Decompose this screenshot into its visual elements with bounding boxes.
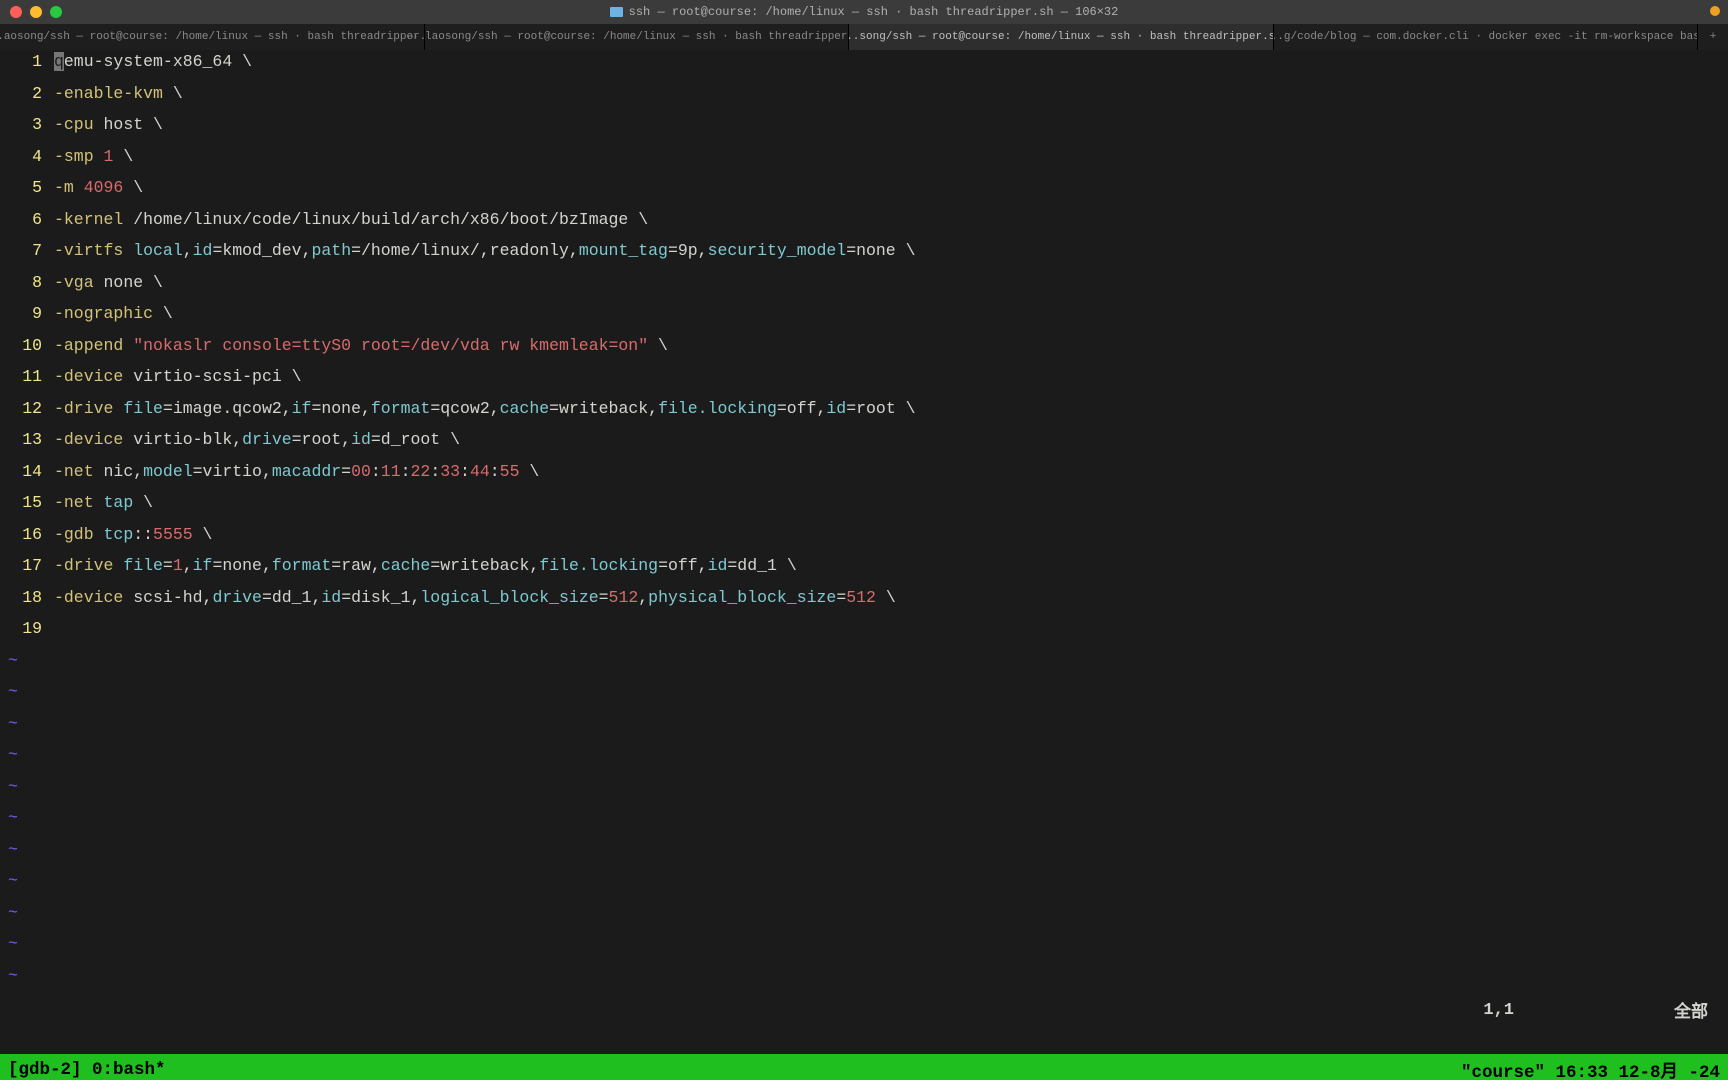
empty-line-tilde: ~ bbox=[0, 777, 1728, 809]
code-line: 3-cpu host \ bbox=[0, 115, 1728, 147]
tab-label: ...g/code/blog — com.docker.cli · docker… bbox=[1274, 31, 1699, 43]
code-content: -cpu host \ bbox=[54, 115, 1728, 134]
line-number: 11 bbox=[0, 367, 54, 386]
code-line: 11-device virtio-scsi-pci \ bbox=[0, 367, 1728, 399]
code-line: 4-smp 1 \ bbox=[0, 147, 1728, 179]
code-content: -gdb tcp::5555 \ bbox=[54, 525, 1728, 544]
line-number: 13 bbox=[0, 430, 54, 449]
line-number: 17 bbox=[0, 556, 54, 575]
code-line: 9-nographic \ bbox=[0, 304, 1728, 336]
tab-label: ...laosong/ssh — root@course: /home/linu… bbox=[425, 31, 850, 43]
code-content: -enable-kvm \ bbox=[54, 84, 1728, 103]
code-line: 19 bbox=[0, 619, 1728, 651]
line-number: 1 bbox=[0, 52, 54, 71]
fullscreen-indicator-icon bbox=[1710, 6, 1720, 16]
code-content: -vga none \ bbox=[54, 273, 1728, 292]
line-number: 6 bbox=[0, 210, 54, 229]
code-line: 10-append "nokaslr console=ttyS0 root=/d… bbox=[0, 336, 1728, 368]
code-content: -append "nokaslr console=ttyS0 root=/dev… bbox=[54, 336, 1728, 355]
tmux-status-right: "course" 16:33 12-8月 -24 bbox=[1461, 1058, 1720, 1080]
window-titlebar: ssh — root@course: /home/linux — ssh · b… bbox=[0, 0, 1728, 24]
line-number: 14 bbox=[0, 462, 54, 481]
code-content: -device virtio-scsi-pci \ bbox=[54, 367, 1728, 386]
code-content: -smp 1 \ bbox=[54, 147, 1728, 166]
tab-add-button[interactable]: + bbox=[1698, 24, 1728, 50]
folder-icon bbox=[610, 7, 623, 17]
empty-line-tilde: ~ bbox=[0, 682, 1728, 714]
empty-line-tilde: ~ bbox=[0, 903, 1728, 935]
line-number: 2 bbox=[0, 84, 54, 103]
plus-icon: + bbox=[1710, 31, 1717, 43]
code-line: 17-drive file=1,if=none,format=raw,cache… bbox=[0, 556, 1728, 588]
empty-line-tilde: ~ bbox=[0, 966, 1728, 998]
empty-line-tilde: ~ bbox=[0, 651, 1728, 683]
code-content: -device scsi-hd,drive=dd_1,id=disk_1,log… bbox=[54, 588, 1728, 607]
code-line: 16-gdb tcp::5555 \ bbox=[0, 525, 1728, 557]
code-line: 14-net nic,model=virtio,macaddr=00:11:22… bbox=[0, 462, 1728, 494]
code-content: qemu-system-x86_64 \ bbox=[54, 52, 1728, 71]
tab-label: ...song/ssh — root@course: /home/linux —… bbox=[849, 31, 1274, 43]
empty-line-tilde: ~ bbox=[0, 840, 1728, 872]
code-content: -kernel /home/linux/code/linux/build/arc… bbox=[54, 210, 1728, 229]
vim-ruler: 1,1 全部 bbox=[0, 997, 1728, 1023]
tab-2[interactable]: ...song/ssh — root@course: /home/linux —… bbox=[849, 24, 1274, 50]
code-content: -drive file=1,if=none,format=raw,cache=w… bbox=[54, 556, 1728, 575]
code-content: -nographic \ bbox=[54, 304, 1728, 323]
empty-line-tilde: ~ bbox=[0, 745, 1728, 777]
empty-line-tilde: ~ bbox=[0, 714, 1728, 746]
code-content: -device virtio-blk,drive=root,id=d_root … bbox=[54, 430, 1728, 449]
empty-line-tilde: ~ bbox=[0, 934, 1728, 966]
line-number: 19 bbox=[0, 619, 54, 638]
scroll-percentage: 全部 bbox=[1674, 997, 1708, 1023]
code-line: 7-virtfs local,id=kmod_dev,path=/home/li… bbox=[0, 241, 1728, 273]
window-title: ssh — root@course: /home/linux — ssh · b… bbox=[0, 5, 1728, 19]
editor-viewport[interactable]: 1qemu-system-x86_64 \2-enable-kvm \3-cpu… bbox=[0, 50, 1728, 1054]
tab-bar: ...aosong/ssh — root@course: /home/linux… bbox=[0, 24, 1728, 50]
code-line: 6-kernel /home/linux/code/linux/build/ar… bbox=[0, 210, 1728, 242]
code-line: 13-device virtio-blk,drive=root,id=d_roo… bbox=[0, 430, 1728, 462]
tab-3[interactable]: ...g/code/blog — com.docker.cli · docker… bbox=[1274, 24, 1699, 50]
code-line: 2-enable-kvm \ bbox=[0, 84, 1728, 116]
cursor-position: 1,1 bbox=[1483, 1001, 1514, 1020]
code-line: 8-vga none \ bbox=[0, 273, 1728, 305]
code-line: 1qemu-system-x86_64 \ bbox=[0, 52, 1728, 84]
tmux-status-left: [gdb-2] 0:bash* bbox=[8, 1060, 1461, 1080]
code-content: -net tap \ bbox=[54, 493, 1728, 512]
line-number: 15 bbox=[0, 493, 54, 512]
empty-line-tilde: ~ bbox=[0, 871, 1728, 903]
tmux-status-bar[interactable]: [gdb-2] 0:bash* "course" 16:33 12-8月 -24 bbox=[0, 1054, 1728, 1080]
tab-1[interactable]: ...laosong/ssh — root@course: /home/linu… bbox=[425, 24, 850, 50]
window-title-text: ssh — root@course: /home/linux — ssh · b… bbox=[629, 5, 1119, 19]
line-number: 18 bbox=[0, 588, 54, 607]
code-line: 18-device scsi-hd,drive=dd_1,id=disk_1,l… bbox=[0, 588, 1728, 620]
line-number: 12 bbox=[0, 399, 54, 418]
code-content: -net nic,model=virtio,macaddr=00:11:22:3… bbox=[54, 462, 1728, 481]
tab-label: ...aosong/ssh — root@course: /home/linux… bbox=[0, 31, 425, 43]
line-number: 8 bbox=[0, 273, 54, 292]
code-line: 15-net tap \ bbox=[0, 493, 1728, 525]
code-content: -drive file=image.qcow2,if=none,format=q… bbox=[54, 399, 1728, 418]
line-number: 4 bbox=[0, 147, 54, 166]
code-line: 12-drive file=image.qcow2,if=none,format… bbox=[0, 399, 1728, 431]
line-number: 3 bbox=[0, 115, 54, 134]
code-line: 5-m 4096 \ bbox=[0, 178, 1728, 210]
line-number: 16 bbox=[0, 525, 54, 544]
line-number: 5 bbox=[0, 178, 54, 197]
tab-overflow-icon: ⋯ bbox=[407, 30, 418, 44]
line-number: 9 bbox=[0, 304, 54, 323]
line-number: 7 bbox=[0, 241, 54, 260]
code-content: -virtfs local,id=kmod_dev,path=/home/lin… bbox=[54, 241, 1728, 260]
line-number: 10 bbox=[0, 336, 54, 355]
empty-line-tilde: ~ bbox=[0, 808, 1728, 840]
tab-0[interactable]: ...aosong/ssh — root@course: /home/linux… bbox=[0, 24, 425, 50]
code-content: -m 4096 \ bbox=[54, 178, 1728, 197]
